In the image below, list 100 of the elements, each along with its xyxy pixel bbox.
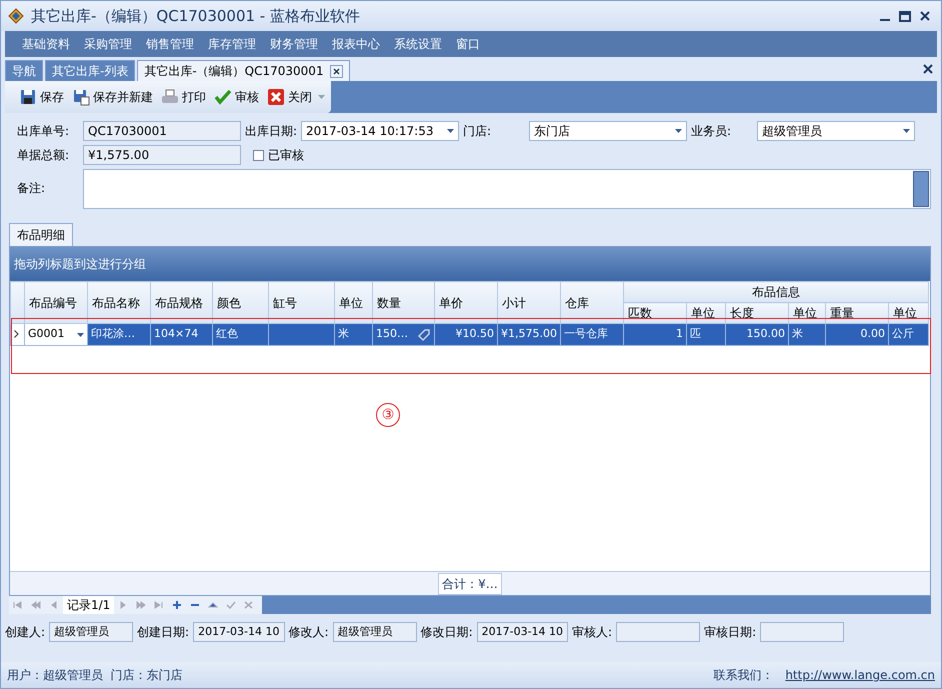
menu-item[interactable]: 窗口 [449,33,487,55]
field-label: 单据总额: [17,147,70,164]
table-cell: ¥10.50 [456,327,494,340]
checkmark-icon[interactable] [226,601,236,609]
field-label: 创建日期: [137,624,190,641]
table-cell: 1 [676,327,683,340]
table-cell: 公斤 [892,327,914,340]
column-header[interactable]: 布品规格 [150,282,212,324]
toolbar-button[interactable]: 保存 [17,88,66,106]
document-tab[interactable]: 其它出库-列表 [45,60,136,81]
up-triangle-icon[interactable] [208,601,218,609]
dropdown-field[interactable]: 2017-03-14 10:17:53 [301,121,460,141]
field-label: 业务员: [691,123,732,140]
menu-item[interactable]: 库存管理 [201,33,263,55]
close-icon[interactable] [918,9,932,23]
toolbar-button[interactable]: 关闭 [265,88,314,106]
table-cell: 米 [338,327,349,340]
printer-icon [161,88,179,106]
minus-icon[interactable] [190,601,200,609]
column-header[interactable]: 缸号 [268,282,334,324]
column-header[interactable]: 单价 [434,282,498,324]
table-cell: 匹 [690,327,701,340]
input-field: 超级管理员 [49,622,134,642]
document-tab[interactable]: 导航 [5,60,43,81]
next-icon[interactable] [118,601,128,609]
input-field: 2017-03-14 10 [476,622,568,642]
floppy-disk-icon [72,88,90,106]
maximize-icon[interactable] [898,9,912,23]
scrollbar[interactable] [913,171,929,207]
next-page-icon[interactable] [136,601,146,609]
toolbar-button[interactable]: 打印 [159,88,208,106]
dropdown-field[interactable]: 超级管理员 [757,121,916,141]
field-label: 门店: [463,123,492,140]
input-field[interactable]: QC17030001 [83,121,241,141]
menu-item[interactable]: 财务管理 [263,33,325,55]
toolbar-button[interactable]: 审核 [212,88,261,106]
menu-item[interactable]: 报表中心 [325,33,387,55]
field-label: 审核人: [572,624,612,641]
field-label: 修改人: [288,624,329,641]
close-tab-icon[interactable] [330,64,343,78]
window-title: 其它出库-（编辑）QC17030001 - 蓝格布业软件 [31,6,360,27]
status-text: 用户：超级管理员 门店：东门店 [7,667,183,684]
app-logo-icon [7,7,25,25]
cross-icon[interactable] [244,601,254,609]
input-field: 超级管理员 [332,622,417,642]
table-cell: ¥1,575.00 [501,327,557,340]
remark-field[interactable] [83,169,931,209]
column-header[interactable]: 单位 [334,282,372,324]
tag-icon[interactable] [417,328,431,342]
column-header[interactable]: 数量 [372,282,434,324]
field-label: 创建人: [5,624,46,641]
first-page-icon[interactable] [13,601,23,609]
close-icon[interactable] [923,64,933,74]
menu-item[interactable]: 销售管理 [139,33,201,55]
horizontal-scrollbar[interactable] [262,596,931,614]
field-label: 审核日期: [704,624,756,641]
plus-icon[interactable] [172,601,182,609]
close-icon [267,88,285,106]
last-page-icon[interactable] [154,601,164,609]
annotation-number: ③ [376,403,400,427]
field-label: 出库日期: [245,123,298,140]
previous-icon[interactable] [49,601,59,609]
field-label: 备注: [17,180,46,197]
table-cell-text: 150… [376,326,408,342]
table-cell: 米 [792,327,803,340]
menu-item[interactable]: 采购管理 [77,33,139,55]
column-header[interactable]: 颜色 [212,282,268,324]
caret-icon[interactable] [675,129,682,133]
field-label: 出库单号: [17,123,70,140]
input-field: 2017-03-14 10 [193,622,285,642]
caret-icon[interactable] [903,129,910,133]
column-header[interactable]: 仓库 [560,282,624,324]
caret-icon[interactable] [447,129,454,133]
table-cell: 104×74 [154,327,198,340]
toolbar-button[interactable]: 保存并新建 [70,88,155,106]
column-header[interactable]: 布品名称 [88,282,150,324]
document-tab[interactable]: 其它出库-（编辑）QC17030001 [137,60,350,81]
row-indicator-icon [14,330,19,338]
column-header[interactable]: 布品编号 [24,282,88,324]
audited-checkbox[interactable]: 已审核 [253,146,304,164]
previous-page-icon[interactable] [31,601,41,609]
field-label: 修改日期: [420,624,473,641]
table-cell: 印花涂… [91,327,135,340]
table-cell: 一号仓库 [564,327,608,340]
table-cell: 红色 [216,327,238,340]
column-header[interactable]: 小计 [498,282,560,324]
record-counter: 记录1/1 [63,596,114,614]
checkmark-icon [214,88,232,106]
group-hint: 拖动列标题到这进行分组 [10,247,930,281]
status-text: 联系我们： [713,667,774,684]
caret-icon[interactable] [77,332,84,336]
table-cell: 0.00 [860,327,885,340]
menu-item[interactable]: 基础资料 [15,33,77,55]
website-link[interactable]: http://www.lange.com.cn [785,666,935,684]
input-field[interactable]: ¥1,575.00 [83,145,241,165]
summary-total: 合计：¥… [438,572,502,594]
menu-item[interactable]: 系统设置 [387,33,449,55]
detail-tab[interactable]: 布品明细 [9,223,73,246]
dropdown-field[interactable]: 东门店 [529,121,688,141]
table-cell: 150.00 [746,327,785,340]
